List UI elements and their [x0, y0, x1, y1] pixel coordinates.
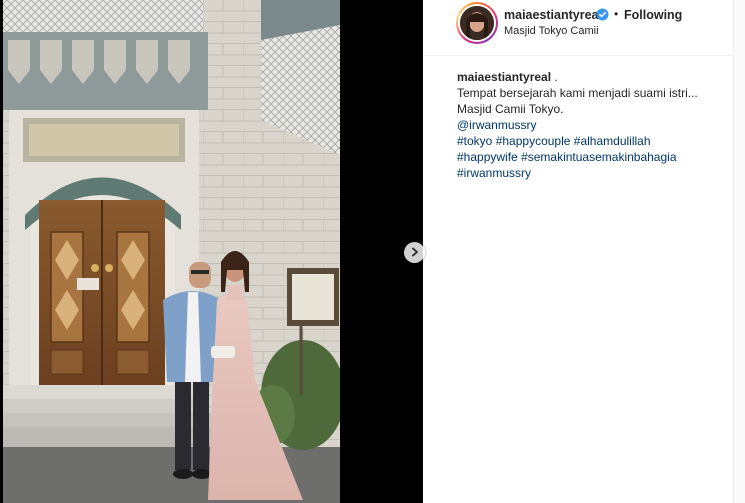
scroll-edge — [733, 0, 745, 503]
avatar-image — [460, 6, 494, 40]
hashtag[interactable]: #alhamdulillah — [574, 134, 651, 148]
header-username[interactable]: maiaestiantyreal — [504, 8, 602, 22]
post-caption: maiaestiantyreal . Tempat bersejarah kam… — [457, 69, 717, 181]
hashtag-line: #happywife #semakintuasemakinbahagia — [457, 149, 717, 165]
caption-username-suffix: . — [551, 70, 558, 84]
hashtag[interactable]: #tokyo — [457, 134, 492, 148]
verified-badge-icon — [596, 8, 609, 21]
hashtag-line: #tokyo #happycouple #alhamdulillah — [457, 133, 717, 149]
hashtag-line: #irwanmussry — [457, 165, 717, 181]
hashtag[interactable]: #happycouple — [496, 134, 571, 148]
hashtag[interactable]: #semakintuasemakinbahagia — [521, 150, 676, 164]
caption-mention[interactable]: @irwanmussry — [457, 117, 717, 133]
caption-text: Tempat bersejarah kami menjadi suami ist… — [457, 86, 698, 116]
location-link[interactable]: Masjid Tokyo Camii — [504, 25, 599, 37]
header-separator: • — [614, 7, 619, 21]
avatar[interactable] — [456, 2, 498, 44]
caption-username[interactable]: maiaestiantyreal — [457, 70, 551, 84]
hashtag[interactable]: #irwanmussry — [457, 166, 531, 180]
chevron-right-icon — [410, 244, 420, 262]
post-header: maiaestiantyreal • Following Masjid Toky… — [424, 0, 745, 56]
following-button[interactable]: Following — [624, 8, 682, 22]
carousel-next-button[interactable] — [404, 242, 425, 263]
post-photo[interactable] — [0, 0, 423, 503]
hashtag[interactable]: #happywife — [457, 150, 518, 164]
mosque-couple-photo — [3, 0, 340, 503]
